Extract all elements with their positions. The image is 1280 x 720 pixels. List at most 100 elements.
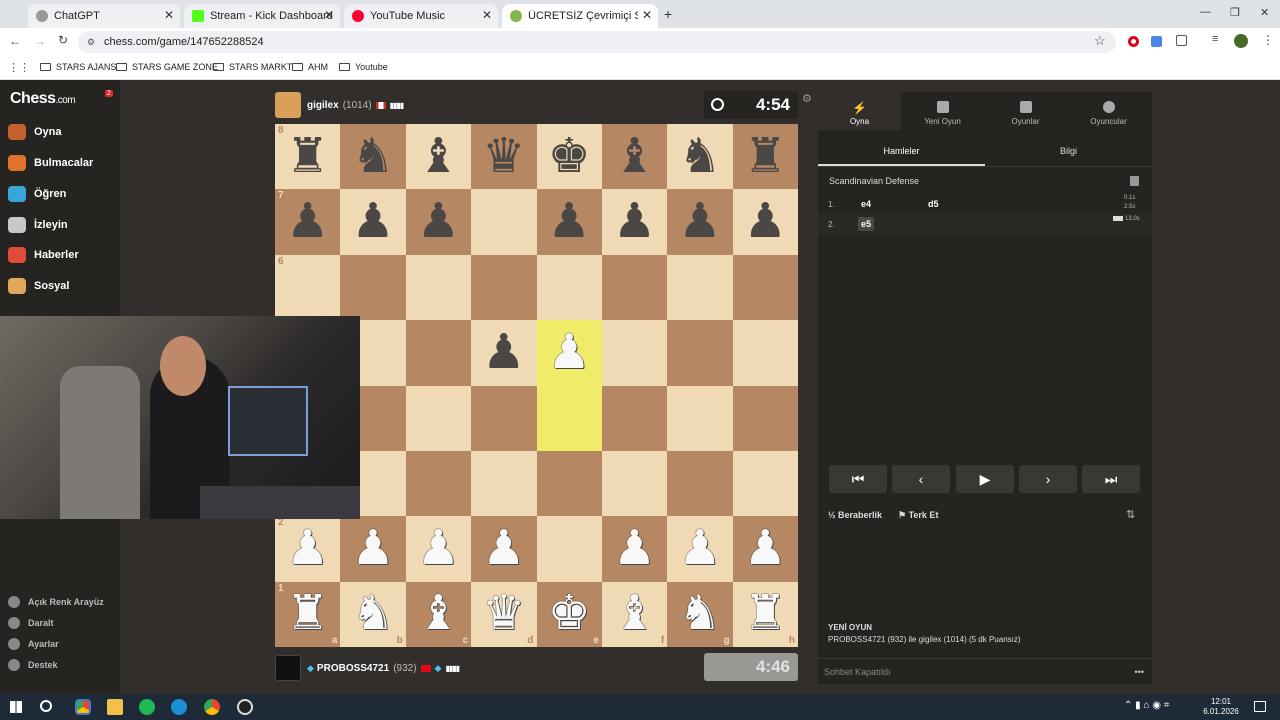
windows-start-icon[interactable] (10, 701, 22, 713)
board-square-f8[interactable]: ♝ (601, 124, 668, 190)
white-bishop-icon[interactable]: ♝ (417, 590, 460, 638)
sidebar-item-oyna[interactable]: Oyna (8, 124, 62, 140)
avatar[interactable] (275, 655, 301, 681)
clock[interactable]: 12:01 6.01.2026 (1196, 697, 1246, 717)
draw-button[interactable]: ½ Beraberlik (828, 510, 882, 520)
board-square-c8[interactable]: ♝ (405, 124, 472, 190)
next-move-button[interactable]: › (1019, 465, 1077, 493)
play-button[interactable]: ▶ (956, 465, 1014, 493)
board-square-e8[interactable]: ♚ (536, 124, 602, 190)
sidebar-item-izleyin[interactable]: İzleyin (8, 217, 68, 233)
opera-icon[interactable] (1128, 36, 1139, 47)
board-square-f7[interactable]: ♟ (601, 189, 668, 255)
obs-icon[interactable] (237, 699, 253, 715)
board-square-h4[interactable] (732, 385, 798, 451)
move-black[interactable]: d5 (928, 199, 939, 209)
black-pawn-icon[interactable]: ♟ (417, 198, 460, 246)
reload-icon[interactable]: ↻ (58, 33, 68, 47)
board-square-h7[interactable]: ♟ (732, 189, 798, 255)
white-pawn-icon[interactable]: ♟ (352, 524, 395, 573)
close-icon[interactable]: ✕ (642, 8, 652, 22)
bookmark-star-icon[interactable]: ☆ (1094, 33, 1106, 49)
white-pawn-icon[interactable]: ♟ (286, 524, 329, 573)
board-square-g6[interactable] (667, 254, 733, 321)
white-pawn-icon[interactable]: ♟ (482, 524, 525, 573)
tab-games[interactable]: Oyunlar (984, 92, 1067, 130)
board-square-a7[interactable]: 7 ♟ (275, 189, 341, 255)
sidebar-item-theme[interactable]: Açık Renk Arayüz (8, 596, 104, 608)
board-square-g7[interactable]: ♟ (667, 189, 733, 255)
black-pawn-icon[interactable]: ♟ (678, 198, 721, 246)
board-square-f4[interactable] (601, 385, 668, 451)
board-square-e6[interactable] (536, 254, 602, 321)
spotify-icon[interactable] (139, 699, 155, 715)
white-king-icon[interactable]: ♚ (548, 590, 591, 638)
board-square-c5[interactable] (405, 320, 472, 386)
tab-players[interactable]: Oyuncular (1067, 92, 1150, 130)
black-queen-icon[interactable]: ♛ (482, 132, 525, 181)
chrome-icon[interactable] (75, 699, 91, 715)
forward-icon[interactable]: → (34, 34, 46, 48)
board-square-h2[interactable]: ♟ (732, 516, 798, 582)
notifications-icon[interactable] (1254, 701, 1266, 712)
board-square-f1[interactable]: f ♝ (601, 581, 668, 647)
chess-logo[interactable]: Chess.com (10, 90, 76, 108)
board-square-c7[interactable]: ♟ (405, 189, 472, 255)
move-white[interactable]: e4 (861, 199, 871, 209)
board-square-c6[interactable] (405, 254, 472, 321)
board-square-e5[interactable]: ♟ (536, 320, 602, 386)
board-square-b2[interactable]: ♟ (340, 516, 406, 582)
avatar[interactable] (275, 92, 301, 118)
black-knight-icon[interactable]: ♞ (678, 132, 721, 181)
board-square-d5[interactable]: ♟ (471, 320, 537, 386)
white-queen-icon[interactable]: ♛ (482, 590, 525, 638)
tab-info[interactable]: Bilgi (985, 136, 1152, 166)
resign-button[interactable]: ⚑ Terk Et (898, 510, 938, 521)
bookmark-youtube[interactable]: Youtube (339, 62, 388, 72)
board-square-d4[interactable] (471, 385, 537, 451)
white-pawn-icon[interactable]: ♟ (613, 524, 656, 573)
sidebar-item-ogren[interactable]: Öğren (8, 186, 66, 202)
address-bar[interactable]: ⚙ chess.com/game/147652288524 (78, 31, 1116, 53)
board-square-g2[interactable]: ♟ (667, 516, 733, 582)
clipboard-icon[interactable] (1130, 176, 1139, 186)
board-square-c4[interactable] (405, 385, 472, 451)
board-square-h3[interactable] (732, 450, 798, 517)
black-pawn-icon[interactable]: ♟ (286, 198, 329, 246)
black-king-icon[interactable]: ♚ (548, 132, 591, 181)
black-rook-icon[interactable]: ♜ (286, 132, 329, 181)
board-square-a6[interactable]: 6 (275, 254, 341, 321)
bookmark-ahm[interactable]: AHM (292, 62, 328, 72)
media-icon[interactable]: ≡ (1212, 33, 1218, 45)
white-knight-icon[interactable]: ♞ (678, 590, 721, 638)
board-square-d7[interactable] (471, 189, 537, 255)
board-square-f3[interactable] (601, 450, 668, 517)
black-pawn-icon[interactable]: ♟ (613, 198, 656, 246)
bookmark-stars-ajans[interactable]: STARS AJANS (40, 62, 116, 72)
white-rook-icon[interactable]: ♜ (286, 590, 329, 638)
white-pawn-icon[interactable]: ♟ (744, 524, 787, 573)
board-square-f6[interactable] (601, 254, 668, 321)
board-square-g1[interactable]: g ♞ (667, 581, 733, 647)
tab-moves[interactable]: Hamleler (818, 136, 985, 166)
tab-new-game[interactable]: Yeni Oyun (901, 92, 984, 130)
board-square-b7[interactable]: ♟ (340, 189, 406, 255)
avatar[interactable] (1234, 34, 1248, 48)
white-knight-icon[interactable]: ♞ (352, 590, 395, 638)
tab-kick[interactable]: Stream - Kick Dashboard ✕ (184, 4, 340, 28)
board-square-c3[interactable] (405, 450, 472, 517)
tab-chess[interactable]: ÜCRETSİZ Çevrimiçi Satranç✕ (502, 4, 658, 28)
board-settings-icon[interactable]: ⚙ (802, 92, 812, 105)
board-square-a2[interactable]: 2 ♟ (275, 516, 341, 582)
white-bishop-icon[interactable]: ♝ (613, 590, 656, 638)
apps-icon[interactable]: ⋮⋮ (8, 61, 30, 74)
sidebar-item-sosyal[interactable]: Sosyal (8, 278, 69, 294)
black-bishop-icon[interactable]: ♝ (417, 132, 460, 181)
bookmark-stars-markt[interactable]: STARS MARKT (213, 62, 292, 72)
board-square-d3[interactable] (471, 450, 537, 517)
last-move-button[interactable]: ⏭ (1082, 465, 1140, 493)
board-square-e7[interactable]: ♟ (536, 189, 602, 255)
board-square-d2[interactable]: ♟ (471, 516, 537, 582)
player-name[interactable]: PROBOSS4721 (317, 663, 389, 674)
board-square-h5[interactable] (732, 320, 798, 386)
